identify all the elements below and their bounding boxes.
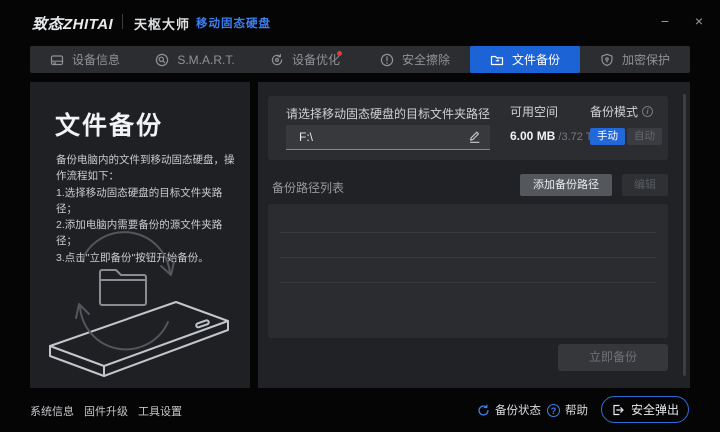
sync-status-icon	[477, 404, 490, 417]
titlebar: 致态ZHITAI 天枢大师 移动固态硬盘 − ×	[0, 0, 720, 44]
backup-mode: 备份模式 i 手动 自动	[590, 103, 662, 145]
backup-intro-panel: 文件备份 备份电脑内的文件到移动固态硬盘，操作流程如下： 1.选择移动固态硬盘的…	[30, 82, 250, 388]
erase-warning-icon	[380, 53, 394, 67]
tab-label: 设备优化	[292, 51, 340, 68]
instruction-step: 1.选择移动固态硬盘的目标文件夹路径；	[56, 185, 242, 218]
tab-file-backup[interactable]: 文件备份	[470, 46, 580, 73]
shield-lock-icon	[600, 53, 614, 67]
available-space: 可用空间 6.00 MB /3.72 TB	[510, 103, 600, 143]
backup-folder-icon	[490, 53, 504, 67]
optimize-icon	[270, 53, 284, 67]
tab-device-info[interactable]: 设备信息	[30, 46, 140, 73]
instructions-intro: 备份电脑内的文件到移动固态硬盘，操作流程如下：	[56, 152, 242, 185]
backup-list-title: 备份路径列表	[272, 179, 344, 196]
edit-pencil-icon[interactable]	[468, 130, 482, 144]
help-icon: ?	[547, 404, 560, 417]
footer-link-tool-settings[interactable]: 工具设置	[138, 403, 182, 419]
tab-label: 安全擦除	[402, 51, 450, 68]
close-button[interactable]: ×	[688, 10, 710, 32]
help-item[interactable]: ? 帮助	[547, 402, 588, 418]
tab-device-optimize[interactable]: 设备优化	[250, 46, 360, 73]
brand-logo: 致态ZHITAI	[32, 13, 113, 34]
app-subtitle: 移动固态硬盘	[196, 15, 271, 31]
app-window: 致态ZHITAI 天枢大师 移动固态硬盘 − × 设备信息 S.M.A.R.T.…	[0, 0, 720, 432]
footer-link-firmware-upgrade[interactable]: 固件升级	[84, 403, 128, 419]
available-space-value: 6.00 MB /3.72 TB	[510, 129, 600, 143]
tab-label: 文件备份	[512, 51, 560, 68]
tab-smart[interactable]: S.M.A.R.T.	[140, 46, 250, 73]
backup-path-list	[268, 204, 668, 338]
backup-status-item[interactable]: 备份状态	[477, 402, 541, 418]
help-label: 帮助	[565, 402, 588, 418]
target-path-label: 请选择移动固态硬盘的目标文件夹路径	[286, 105, 490, 122]
list-row-divider	[280, 232, 656, 233]
tab-bar: 设备信息 S.M.A.R.T. 设备优化 安全擦除 文件备份	[30, 46, 690, 73]
backup-mode-toggle: 手动 自动	[590, 128, 662, 145]
page-title: 文件备份	[55, 106, 163, 142]
smart-scan-icon	[155, 53, 169, 67]
panel-scrollbar[interactable]	[683, 94, 686, 376]
ssd-icon	[50, 53, 64, 67]
list-row-divider	[280, 257, 656, 258]
app-name: 天枢大师	[134, 14, 190, 33]
target-path-card: 请选择移动固态硬盘的目标文件夹路径 F:\ 可用空间 6.00 MB /3.72…	[268, 96, 668, 160]
titlebar-divider	[122, 14, 123, 29]
backup-list-header: 备份路径列表 添加备份路径 编辑	[258, 174, 668, 198]
footer-bar: 系统信息 固件升级 工具设置 备份状态 ? 帮助 安全弹出	[0, 388, 720, 432]
tab-label: 设备信息	[72, 51, 120, 68]
tab-secure-erase[interactable]: 安全擦除	[360, 46, 470, 73]
target-path-input[interactable]: F:\	[286, 125, 490, 150]
backup-config-panel: 请选择移动固态硬盘的目标文件夹路径 F:\ 可用空间 6.00 MB /3.72…	[258, 82, 690, 388]
backup-status-label: 备份状态	[495, 402, 541, 418]
backup-now-button[interactable]: 立即备份	[558, 344, 668, 371]
mode-manual-option[interactable]: 手动	[590, 128, 625, 145]
backup-mode-label: 备份模式	[590, 103, 638, 120]
tab-label: S.M.A.R.T.	[177, 53, 234, 67]
safe-eject-button[interactable]: 安全弹出	[601, 396, 689, 423]
backup-sync-illustration	[48, 230, 232, 382]
available-space-label: 可用空间	[510, 103, 600, 120]
safe-eject-label: 安全弹出	[631, 401, 679, 418]
list-row-divider	[280, 282, 656, 283]
mode-auto-option[interactable]: 自动	[627, 128, 662, 145]
tab-encryption[interactable]: 加密保护	[580, 46, 690, 73]
space-used: 6.00 MB	[510, 129, 555, 143]
info-icon[interactable]: i	[642, 106, 653, 117]
add-backup-path-button[interactable]: 添加备份路径	[520, 174, 612, 196]
tab-label: 加密保护	[622, 51, 670, 68]
target-path-value: F:\	[299, 130, 468, 144]
notification-badge	[337, 51, 342, 56]
minimize-button[interactable]: −	[654, 10, 676, 32]
edit-button[interactable]: 编辑	[622, 174, 668, 196]
footer-link-system-info[interactable]: 系统信息	[30, 403, 74, 419]
eject-icon	[611, 403, 625, 417]
